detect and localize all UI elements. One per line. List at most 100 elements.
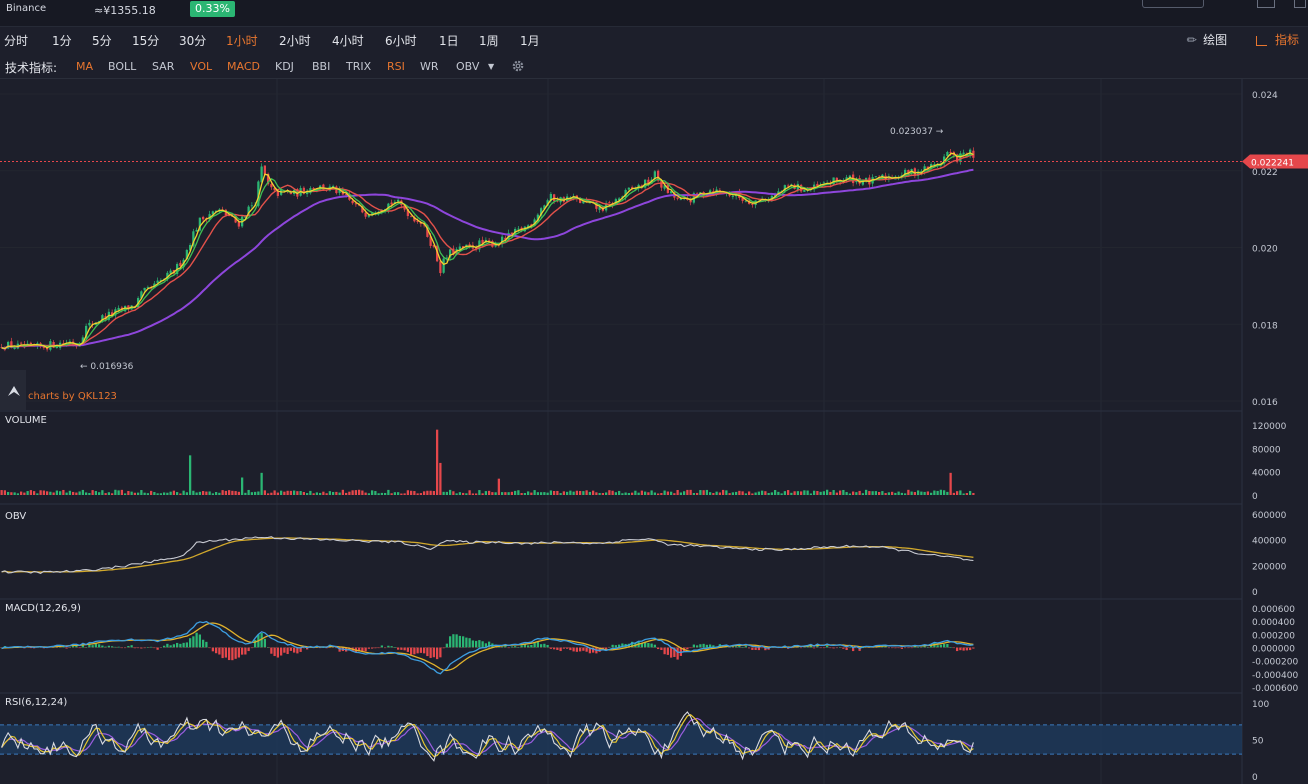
volume-bar: [955, 491, 959, 495]
timeframe-8[interactable]: 6小时: [385, 32, 417, 49]
volume-bar: [825, 489, 829, 495]
volume-bar: [146, 493, 150, 495]
indicator-macd[interactable]: MACD: [227, 60, 260, 73]
indicator-ma[interactable]: MA: [76, 60, 93, 73]
volume-bar: [279, 490, 283, 495]
indicator-tool-button[interactable]: 指标: [1256, 31, 1299, 48]
volume-bar: [299, 491, 302, 495]
volume-bar: [478, 490, 481, 495]
volume-bar: [725, 490, 728, 495]
macd-hist-bar: [439, 647, 442, 658]
volume-bar: [211, 493, 215, 495]
indicator-boll[interactable]: BOLL: [108, 60, 136, 73]
macd-hist-bar: [939, 644, 943, 648]
macd-hist-bar: [253, 639, 257, 648]
volume-bar: [705, 489, 709, 495]
timeframe-5[interactable]: 1小时: [226, 32, 258, 49]
macd-hist-bar: [231, 647, 234, 661]
volume-bar: [923, 491, 926, 495]
chart-area[interactable]: 0.024 0.022 0.020 0.018 0.016 0.022241 0.02303…: [0, 79, 1308, 784]
macd-hist-bar: [959, 647, 962, 651]
macd-hist-bar: [647, 643, 650, 648]
volume-bar: [520, 493, 523, 495]
macd-hist-bar: [133, 647, 137, 649]
volume-bar: [331, 491, 335, 495]
dropdown-caret-icon[interactable]: ▼: [488, 62, 494, 71]
volume-bar: [432, 491, 436, 495]
close-icon[interactable]: [1294, 0, 1306, 8]
volume-bar: [289, 490, 293, 495]
macd-hist-bar: [273, 647, 276, 657]
volume-bar: [19, 491, 23, 495]
timeframe-0[interactable]: 分时: [4, 32, 28, 49]
volume-bar: [793, 491, 796, 495]
volume-bar: [419, 493, 423, 495]
macd-hist-bar: [825, 645, 829, 648]
indicator-obv[interactable]: OBV: [456, 60, 479, 73]
volume-bar: [783, 491, 787, 495]
volume-bar: [439, 462, 442, 495]
macd-hist-bar: [224, 647, 228, 658]
indicator-bar-label: 技术指标:: [5, 61, 58, 75]
indicator-bbi[interactable]: BBI: [312, 60, 330, 73]
draw-tool-button[interactable]: ✎ 绘图: [1184, 31, 1228, 48]
settings-gear-icon[interactable]: [511, 59, 525, 73]
volume-bar: [237, 491, 241, 495]
candle-body: [517, 228, 520, 230]
timeframe-10[interactable]: 1周: [479, 32, 499, 49]
volume-bar: [292, 490, 296, 495]
volume-bar: [318, 492, 322, 495]
candle-body: [468, 244, 471, 246]
timeframe-7[interactable]: 4小时: [332, 32, 364, 49]
volume-bar: [71, 491, 75, 495]
macd-hist-bar: [97, 644, 101, 648]
macd-hist-bar: [585, 647, 588, 652]
volume-bar: [855, 492, 858, 495]
volume-bar: [117, 490, 120, 495]
exchange-name: Binance: [6, 3, 47, 14]
timeframe-9[interactable]: 1日: [439, 32, 459, 49]
macd-hist-bar: [539, 644, 543, 648]
volume-bar: [3, 490, 7, 495]
login-button[interactable]: [1142, 0, 1204, 8]
volume-bar: [338, 492, 341, 495]
volume-bar: [504, 492, 507, 495]
volume-bar: [140, 490, 143, 495]
indicator-sar[interactable]: SAR: [152, 60, 174, 73]
macd-hist-bar: [543, 643, 546, 648]
candle-body: [608, 202, 611, 204]
indicator-rsi[interactable]: RSI: [387, 60, 405, 73]
volume-bar: [806, 490, 809, 495]
volume-bar: [760, 490, 764, 495]
indicator-vol[interactable]: VOL: [190, 60, 212, 73]
indicator-wr[interactable]: WR: [420, 60, 439, 73]
volume-bar: [640, 490, 644, 495]
timeframe-3[interactable]: 15分: [132, 32, 159, 49]
timeframe-2[interactable]: 5分: [92, 32, 112, 49]
volume-bar: [803, 490, 806, 495]
timeframe-4[interactable]: 30分: [179, 32, 206, 49]
timeframe-6[interactable]: 2小时: [279, 32, 311, 49]
indicator-trix[interactable]: TRIX: [346, 60, 371, 73]
volume-bar: [23, 492, 26, 495]
volume-bar: [647, 492, 650, 495]
macd-hist-bar: [461, 636, 465, 648]
volume-bar: [361, 490, 364, 495]
indicator-kdj[interactable]: KDJ: [275, 60, 294, 73]
volume-bar: [556, 490, 559, 495]
volume-bar: [916, 490, 920, 495]
volume-bars: [0, 429, 975, 495]
timeframe-11[interactable]: 1月: [520, 32, 540, 49]
candle-body: [270, 184, 273, 188]
volume-bar: [611, 490, 614, 495]
candle-body: [627, 187, 631, 190]
volume-bar: [143, 492, 146, 495]
volume-bar: [244, 492, 247, 495]
window-icon[interactable]: [1257, 0, 1275, 8]
timeframe-1[interactable]: 1分: [52, 32, 72, 49]
volume-bar: [240, 477, 244, 495]
macd-hist-bar: [211, 647, 215, 652]
volume-bar: [78, 491, 81, 495]
macd-hist-bar: [468, 638, 471, 648]
volume-bar: [900, 492, 904, 495]
